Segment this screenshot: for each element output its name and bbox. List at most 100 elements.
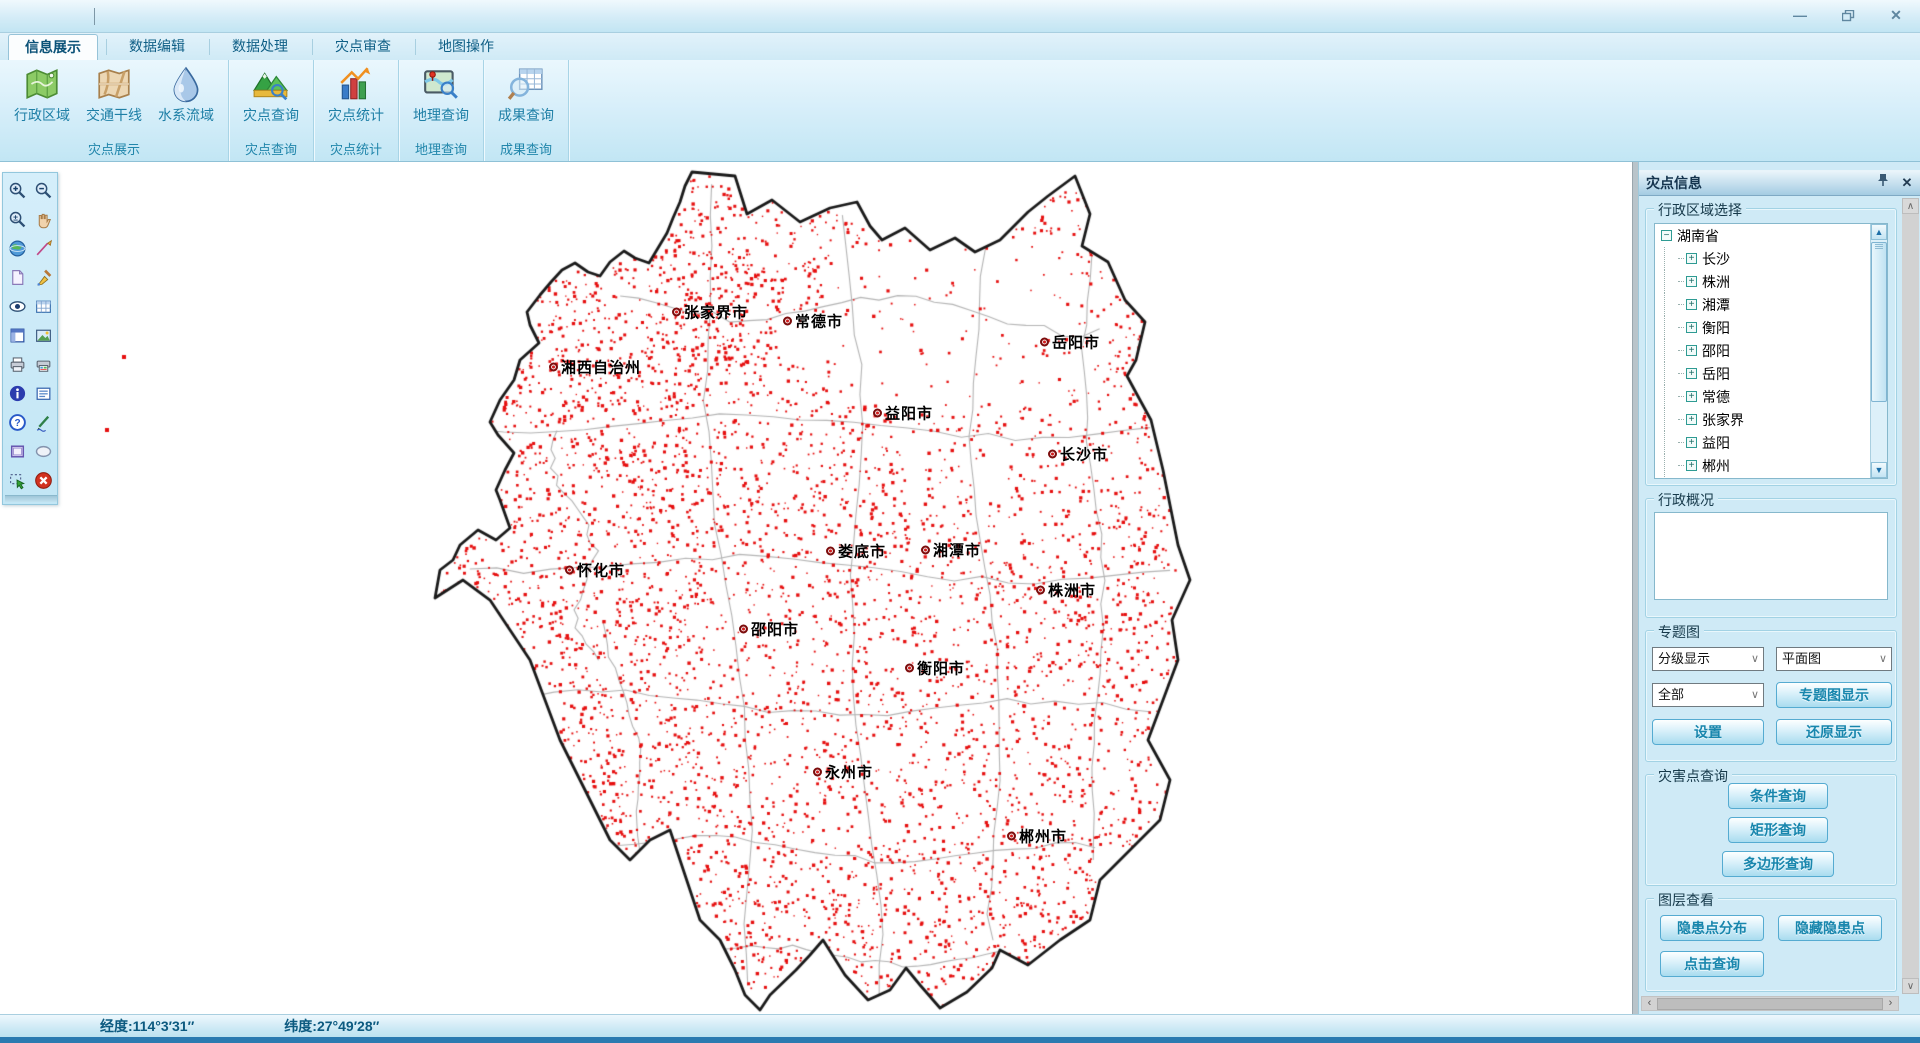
pin-icon[interactable]	[1873, 173, 1893, 193]
toolbar-grip[interactable]	[5, 495, 57, 502]
globe-icon[interactable]	[5, 234, 30, 263]
expand-icon[interactable]: +	[1686, 368, 1697, 379]
tree-scrollbar[interactable]: ▲ ▼	[1870, 224, 1887, 478]
tree-item-衡阳[interactable]: +衡阳	[1655, 316, 1887, 339]
scope-select[interactable]: 全部∨	[1652, 683, 1764, 707]
thematic-show-button[interactable]: 专题图显示	[1776, 682, 1892, 708]
city-label-益阳市: 益阳市	[873, 403, 933, 424]
tree-item-岳阳[interactable]: +岳阳	[1655, 362, 1887, 385]
city-name: 邵阳市	[751, 619, 799, 640]
layout-doc-icon[interactable]	[5, 321, 30, 350]
tree-scroll-up-icon[interactable]: ▲	[1871, 224, 1887, 240]
tab-4[interactable]: 灾点审查	[319, 34, 407, 60]
tab-2[interactable]: 数据编辑	[113, 34, 201, 60]
table-search-button[interactable]: 成果查询	[490, 62, 562, 138]
city-name: 湘潭市	[933, 540, 981, 561]
printer-icon[interactable]	[5, 350, 30, 379]
bar-chart-icon	[337, 65, 375, 103]
zoom-out-icon[interactable]	[31, 176, 56, 205]
expand-icon[interactable]: +	[1686, 299, 1697, 310]
help-icon[interactable]: ?	[5, 408, 30, 437]
grid-table-icon[interactable]	[31, 292, 56, 321]
expand-icon[interactable]: +	[1686, 345, 1697, 356]
tree-item-湖南省[interactable]: −湖南省	[1655, 224, 1887, 247]
tree-scroll-thumb[interactable]	[1871, 242, 1887, 402]
map-area[interactable]: 张家界市常德市岳阳市湘西自治州益阳市长沙市娄底市湘潭市怀化市株洲市邵阳市衡阳市永…	[0, 162, 1632, 1014]
tree-item-张家界[interactable]: +张家界	[1655, 408, 1887, 431]
panel-scroll-right-icon[interactable]: ›	[1883, 997, 1898, 1010]
window-frame-icon[interactable]	[5, 437, 30, 466]
panel-scroll-up-icon[interactable]: ∧	[1902, 198, 1919, 214]
tree-item-株洲[interactable]: +株洲	[1655, 270, 1887, 293]
tree-item-湘潭[interactable]: +湘潭	[1655, 293, 1887, 316]
minimize-button[interactable]: —	[1783, 4, 1817, 26]
tree-item-邵阳[interactable]: +邵阳	[1655, 339, 1887, 362]
expand-icon[interactable]: +	[1686, 322, 1697, 333]
zoom-extent-icon[interactable]: ±	[5, 205, 30, 234]
settings-button[interactable]: 设置	[1652, 719, 1764, 745]
panel-scroll-down-icon[interactable]: ∨	[1902, 978, 1919, 994]
expand-icon[interactable]: +	[1686, 391, 1697, 402]
expand-icon[interactable]: +	[1686, 460, 1697, 471]
panel-horizontal-scrollbar[interactable]: ‹ ›	[1641, 996, 1899, 1011]
image-map-icon[interactable]	[31, 321, 56, 350]
overview-textarea[interactable]	[1654, 512, 1888, 600]
tree-item-常德[interactable]: +常德	[1655, 385, 1887, 408]
blank-page-icon[interactable]	[5, 263, 30, 292]
grade-display-select[interactable]: 分级显示∨	[1652, 647, 1764, 671]
zoom-in-icon[interactable]	[5, 176, 30, 205]
tree-item-益阳[interactable]: +益阳	[1655, 431, 1887, 454]
bar-chart-button[interactable]: 灾点统计	[320, 62, 392, 138]
click-query-button[interactable]: 点击查询	[1660, 951, 1764, 977]
expand-icon[interactable]: +	[1686, 437, 1697, 448]
admin-region-map-button[interactable]: 行政区域	[6, 62, 78, 138]
tree-item-长沙[interactable]: +长沙	[1655, 247, 1887, 270]
restore-button[interactable]	[1831, 4, 1865, 26]
paint-brush-icon[interactable]	[31, 263, 56, 292]
region-tree[interactable]: −湖南省+长沙+株洲+湘潭+衡阳+邵阳+岳阳+常德+张家界+益阳+郴州 ▲ ▼	[1654, 223, 1888, 479]
tree-connector	[1664, 454, 1678, 477]
close-button[interactable]: ✕	[1879, 4, 1913, 26]
tree-connector	[1678, 465, 1684, 466]
tab-3[interactable]: 数据处理	[216, 34, 304, 60]
ribbon-button-label: 交通干线	[86, 105, 142, 125]
pan-hand-icon[interactable]	[31, 205, 56, 234]
hazard-distribution-button[interactable]: 隐患点分布	[1660, 915, 1764, 941]
map-canvas[interactable]	[0, 162, 1632, 1014]
panel-hscroll-thumb[interactable]	[1657, 998, 1883, 1010]
ribbon-button-label: 灾点查询	[243, 105, 299, 125]
panel-close-icon[interactable]: ✕	[1897, 173, 1917, 193]
ellipse-tool-icon[interactable]	[31, 437, 56, 466]
hide-hazard-button[interactable]: 隐藏隐患点	[1778, 915, 1882, 941]
tree-scroll-down-icon[interactable]: ▼	[1871, 462, 1887, 478]
legend-window-icon[interactable]	[31, 379, 56, 408]
plane-map-select[interactable]: 平面图∨	[1776, 647, 1892, 671]
water-drop-button[interactable]: 水系流域	[150, 62, 222, 138]
condition-query-button[interactable]: 条件查询	[1728, 783, 1828, 809]
measure-line-icon[interactable]	[31, 234, 56, 263]
mountain-search-button[interactable]: 灾点查询	[235, 62, 307, 138]
close-red-icon[interactable]	[31, 466, 56, 495]
eye-icon[interactable]	[5, 292, 30, 321]
select-region-icon[interactable]	[5, 466, 30, 495]
map-search-button[interactable]: 地理查询	[405, 62, 477, 138]
expand-icon[interactable]: +	[1686, 253, 1697, 264]
expand-icon[interactable]: +	[1686, 276, 1697, 287]
tree-item-郴州[interactable]: +郴州	[1655, 454, 1887, 477]
tab-1[interactable]: 信息展示	[8, 34, 98, 60]
city-label-衡阳市: 衡阳市	[905, 658, 965, 679]
info-icon[interactable]	[5, 379, 30, 408]
traffic-map-button[interactable]: 交通干线	[78, 62, 150, 138]
disaster-query-title: 灾害点查询	[1654, 766, 1732, 786]
tab-5[interactable]: 地图操作	[422, 34, 510, 60]
rect-query-button[interactable]: 矩形查询	[1728, 817, 1828, 843]
collapse-icon[interactable]: −	[1661, 230, 1672, 241]
city-label-怀化市: 怀化市	[565, 560, 625, 581]
restore-display-button[interactable]: 还原显示	[1776, 719, 1892, 745]
expand-icon[interactable]: +	[1686, 414, 1697, 425]
panel-vertical-scrollbar[interactable]: ∧ ∨	[1902, 198, 1919, 994]
polygon-query-button[interactable]: 多边形查询	[1722, 851, 1834, 877]
print-preview-icon[interactable]	[31, 350, 56, 379]
panel-scroll-left-icon[interactable]: ‹	[1642, 997, 1657, 1010]
sketch-pen-icon[interactable]	[31, 408, 56, 437]
